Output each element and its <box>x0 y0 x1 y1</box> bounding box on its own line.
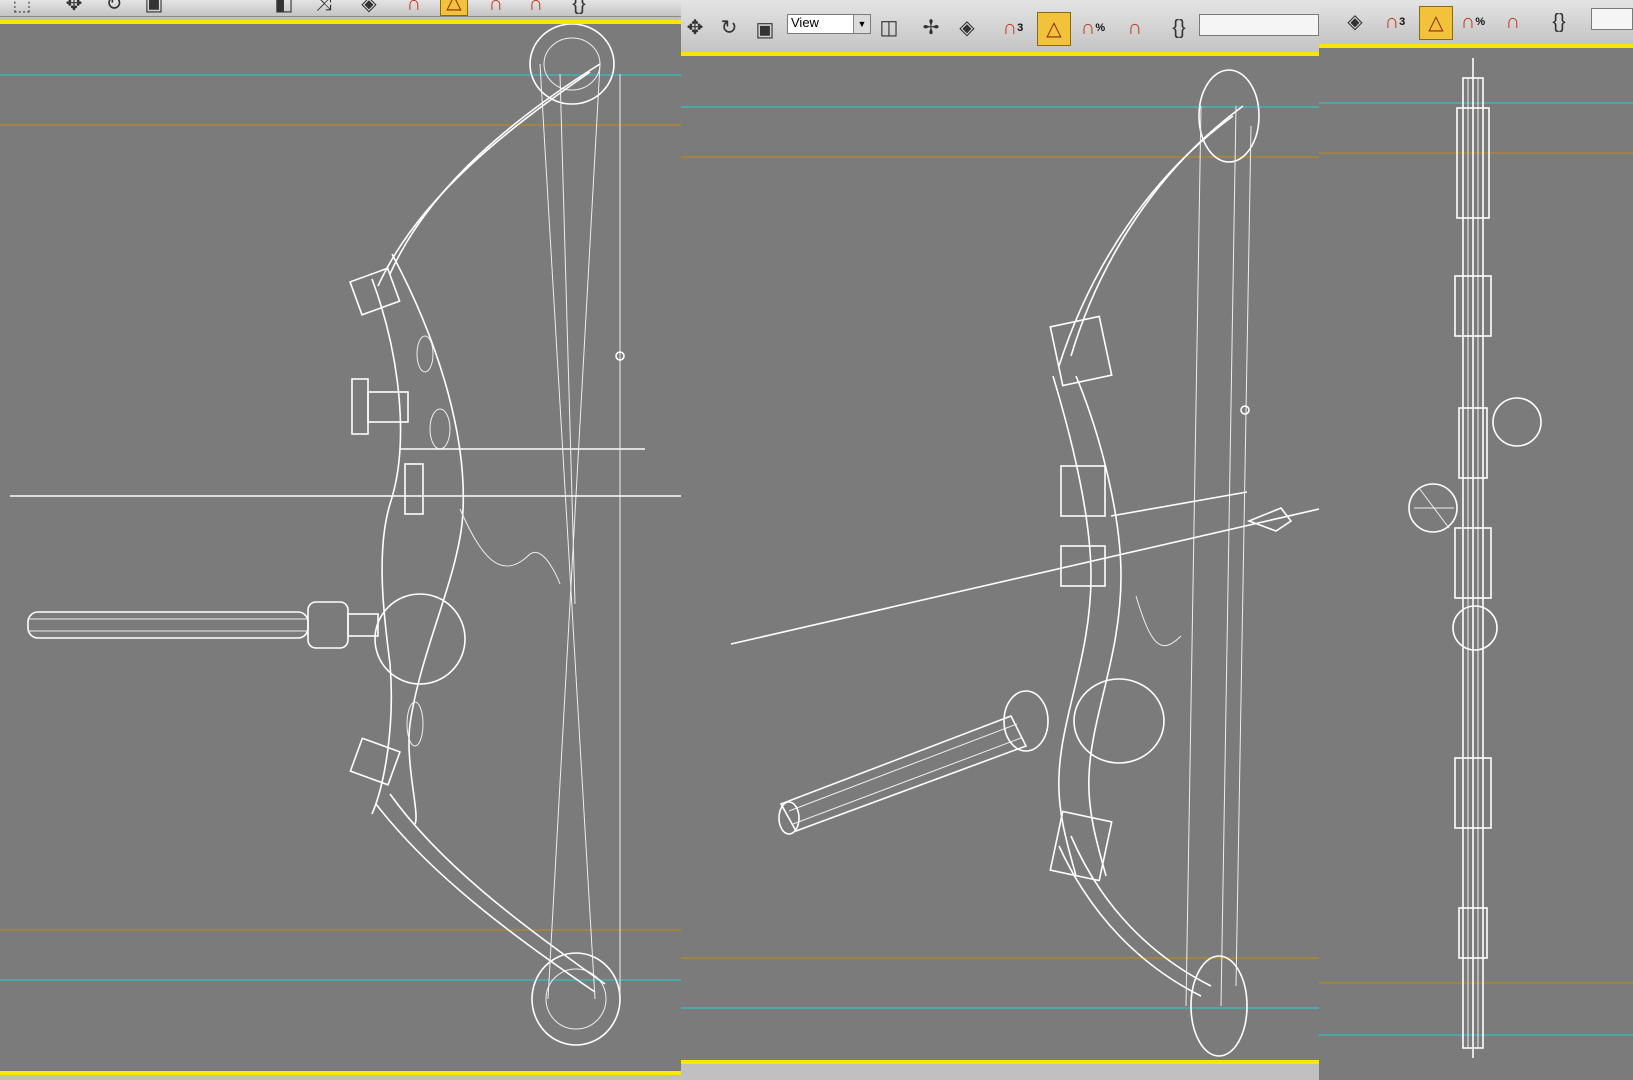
angle-snap-icon[interactable]: △ <box>440 0 468 16</box>
front-viewport[interactable] <box>0 24 681 1071</box>
select-manipulate-icon[interactable]: ✢ <box>917 14 945 42</box>
reference-coordinate-dropdown[interactable]: View ▼ <box>787 14 871 34</box>
sight-housing <box>1060 465 1106 517</box>
stabilizer-weight <box>307 601 349 649</box>
box-icon[interactable]: ◈ <box>953 14 981 42</box>
named-selection-icon[interactable]: {} <box>1545 8 1573 36</box>
bottom-cam <box>531 952 621 1046</box>
lower-limb <box>389 793 606 985</box>
percent-snap-icon[interactable]: ∩ <box>482 0 510 18</box>
pivot-center-icon[interactable]: ◫ <box>875 14 903 42</box>
riser <box>391 253 465 825</box>
sight-wheel <box>351 378 369 435</box>
viewport-bottom-bar <box>681 1064 1319 1080</box>
right-main-toolbar: ◈ ∩ 3 △ ∩% ∩ {} <box>1319 0 1633 45</box>
percent-snap-icon[interactable]: ∩% <box>1079 14 1107 42</box>
middle-viewport-panel: ✥ ↻ ▣ View ▼ ◫ ✢ ◈ ∩ 3 △ ∩% ∩ {} <box>681 0 1319 1080</box>
bottom-cam <box>1190 955 1248 1057</box>
scale-icon[interactable]: ▣ <box>140 0 168 18</box>
rotate-icon[interactable]: ↻ <box>715 14 743 42</box>
perspective-viewport[interactable] <box>681 56 1319 1060</box>
side-viewport[interactable] <box>1319 48 1633 1080</box>
box-icon[interactable]: ◈ <box>355 0 383 18</box>
rotate-icon[interactable]: ↻ <box>100 0 128 18</box>
named-selection-icon[interactable]: {} <box>1165 14 1193 42</box>
percent-snap-icon[interactable]: ∩% <box>1459 8 1487 36</box>
perspective-view-wireframe <box>681 69 1319 1057</box>
stabilizer-weight <box>1003 690 1049 752</box>
named-selection-field[interactable] <box>1199 14 1319 36</box>
snap-toggle-3d-icon[interactable]: ∩ <box>400 0 428 18</box>
spinner-snap-icon[interactable]: ∩ <box>522 0 550 18</box>
bow-string <box>1185 105 1202 1007</box>
left-main-toolbar: ⬚ ✥ ↻ ▣ ◧ ⤨ ◈ ∩ △ ∩ ∩ {} <box>0 0 681 17</box>
named-selection-icon[interactable]: {} <box>565 0 593 18</box>
scale-icon[interactable]: ▣ <box>751 16 779 44</box>
align-icon[interactable]: ⤨ <box>310 0 338 18</box>
lower-limb <box>1070 835 1212 987</box>
middle-main-toolbar: ✥ ↻ ▣ View ▼ ◫ ✢ ◈ ∩ 3 △ ∩% ∩ {} <box>681 0 1319 53</box>
stabilizer-rod <box>779 714 1028 832</box>
mirror-icon[interactable]: ◧ <box>270 0 298 18</box>
chevron-down-icon: ▼ <box>853 15 870 33</box>
active-viewport-bottom-border <box>0 1071 681 1075</box>
stabilizer-mount <box>1073 678 1165 764</box>
bow-string <box>539 63 596 1000</box>
lower-limb-pocket <box>349 737 401 786</box>
move-icon[interactable]: ✥ <box>681 14 709 42</box>
front-view-wireframe <box>0 24 681 1046</box>
upper-limb <box>389 63 601 275</box>
side-view-wireframe <box>1319 58 1633 1058</box>
arrow-rest <box>404 463 424 515</box>
sight-pin-ring <box>1492 397 1542 447</box>
arrow-shaft <box>730 508 1319 645</box>
angle-snap-icon[interactable]: △ <box>1419 6 1453 40</box>
top-cam <box>529 24 615 105</box>
named-selection-field[interactable] <box>1591 8 1633 30</box>
box-icon[interactable]: ◈ <box>1341 8 1369 36</box>
cable-guard-rod <box>1110 491 1248 517</box>
right-viewport-panel: ◈ ∩ 3 △ ∩% ∩ {} <box>1319 0 1633 1080</box>
spinner-snap-icon[interactable]: ∩ <box>1121 14 1149 42</box>
upper-limb-pocket <box>349 267 401 316</box>
spinner-snap-icon[interactable]: ∩ <box>1499 8 1527 36</box>
snap-toggle-3d-icon[interactable]: ∩ 3 <box>1381 8 1409 36</box>
reference-coordinate-value: View <box>791 15 819 30</box>
stabilizer-mount <box>1452 605 1498 651</box>
left-viewport-panel: ⬚ ✥ ↻ ▣ ◧ ⤨ ◈ ∩ △ ∩ ∩ {} <box>0 0 681 1080</box>
stabilizer-mount <box>374 593 466 685</box>
select-region-icon[interactable]: ⬚ <box>8 0 36 18</box>
snap-toggle-3d-icon[interactable]: ∩ 3 <box>999 14 1027 42</box>
riser <box>1052 375 1092 877</box>
angle-snap-icon[interactable]: △ <box>1037 12 1071 46</box>
upper-limb <box>1070 105 1244 357</box>
select-move-icon[interactable]: ✥ <box>60 0 88 18</box>
stabilizer-rod <box>27 611 309 639</box>
